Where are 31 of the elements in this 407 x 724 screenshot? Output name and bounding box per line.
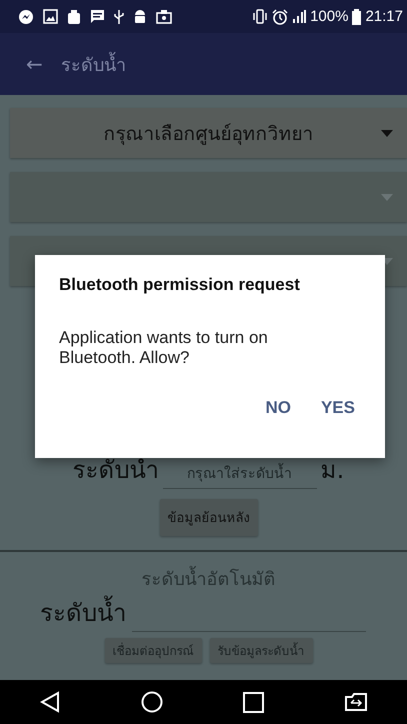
screen-title: ระดับน้ำ: [60, 50, 126, 78]
briefcase-icon: [156, 9, 172, 24]
home-icon[interactable]: [140, 691, 163, 713]
caret-icon: [381, 130, 393, 137]
recents-icon[interactable]: [243, 692, 264, 712]
water-level-field[interactable]: กรุณาใส่ระดับน้ำ: [162, 460, 317, 489]
android-icon: [133, 9, 147, 24]
history-button[interactable]: ข้อมูลย้อนหลัง: [160, 499, 258, 536]
back-icon[interactable]: [40, 691, 60, 713]
usb-icon: [114, 8, 124, 24]
unit-label: ม.: [320, 455, 344, 486]
water-level-label: ระดับน้ำ: [40, 593, 126, 632]
clock: 21:17: [365, 8, 403, 25]
dropdown[interactable]: กรุณาเลือกศูนย์อุทกวิทยา: [10, 108, 407, 158]
messenger-icon: [18, 8, 34, 24]
water-level-label: ระดับนำ: [72, 455, 159, 486]
dialog-title: Bluetooth permission request: [59, 275, 301, 295]
caret-icon: [381, 194, 393, 201]
badge-icon: [67, 8, 81, 24]
message-icon: [90, 9, 105, 24]
battery-percent: 100%: [310, 8, 348, 25]
dialog-button[interactable]: YES: [314, 394, 361, 422]
battery-icon: [352, 8, 362, 24]
signal-icon: [292, 9, 306, 24]
image-icon: [43, 9, 58, 24]
swap-icon[interactable]: [344, 693, 367, 711]
alarm-icon: [272, 8, 288, 24]
back-button[interactable]: ←: [26, 52, 43, 76]
dialog-message: Application wants to turn on Bluetooth. Allow?: [59, 328, 269, 368]
dialog-button[interactable]: NO: [259, 394, 297, 422]
vibrate-icon: [252, 9, 268, 24]
